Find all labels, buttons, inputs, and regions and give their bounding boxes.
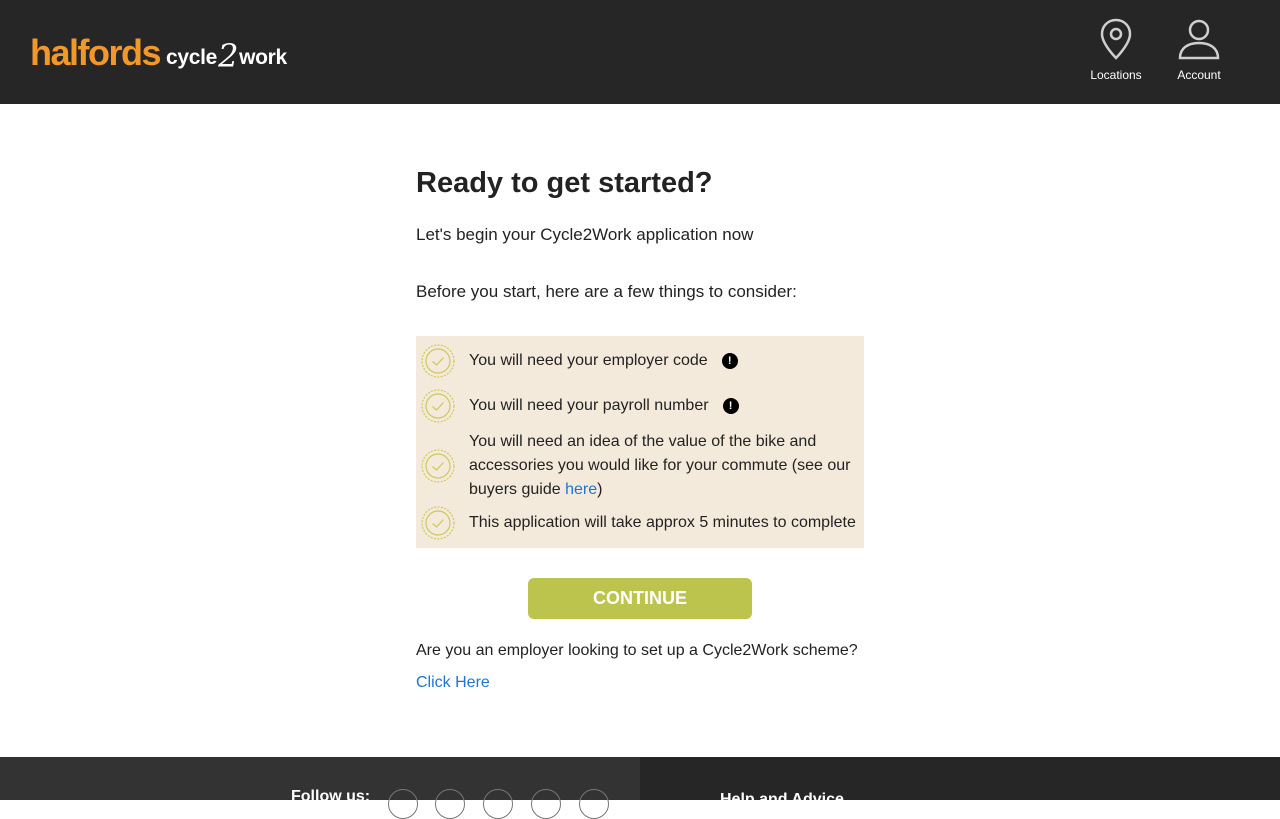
employer-question: Are you an employer looking to set up a … [416,642,858,659]
cycle2work-logo-right: work [239,46,287,69]
account-button[interactable]: Account [1164,18,1234,82]
employer-code-info-icon[interactable]: ! [721,353,738,369]
bike-value-text: You will need an idea of the value of th… [469,433,851,498]
halfords-logo[interactable]: halfords [30,32,162,74]
follow-us-label: Follow us: [291,788,371,805]
footer-social: Follow us: [0,757,640,819]
buyers-guide-link[interactable]: here [565,481,597,498]
locations-label: Locations [1090,68,1142,82]
facebook-icon[interactable] [435,789,465,819]
page-title: Ready to get started? [416,167,713,199]
duration-text: This application will take approx 5 minu… [469,514,856,531]
twitter-icon[interactable] [483,789,513,819]
location-pin-icon [1100,18,1132,60]
checklist-item-text: You will need your payroll number! [469,394,739,418]
checklist-item-text: You will need an idea of the value of th… [469,430,857,502]
checklist-item: This application will take approx 5 minu… [416,502,864,544]
checklist-item-text: You will need your employer code! [469,349,738,373]
payroll-number-info-icon[interactable]: ! [722,398,739,414]
check-badge-icon [421,506,455,540]
youtube-icon[interactable] [531,789,561,819]
check-badge-icon [421,389,455,423]
consider-text: Before you start, here are a few things … [416,282,797,301]
checklist-item: You will need an idea of the value of th… [416,430,864,502]
checklist-item: You will need your employer code! [416,340,864,382]
account-label: Account [1177,68,1221,82]
cycle2work-logo-two: 2 [218,37,239,75]
cycle2work-logo[interactable]: cycle2work [166,38,287,73]
bike-value-text-end: ) [597,481,603,498]
payroll-number-text: You will need your payroll number [469,397,709,414]
employer-click-here-link[interactable]: Click Here [416,672,490,694]
get-started-section: Ready to get started? Let's begin your C… [416,160,864,694]
footer-help: Help and Advice [640,757,1280,808]
help-and-advice-heading[interactable]: Help and Advice [720,791,844,809]
requirements-checklist: You will need your employer code! You wi… [416,336,864,548]
check-badge-icon [421,449,455,483]
checklist-item: You will need your payroll number! [416,382,864,430]
instagram-icon[interactable] [388,789,418,819]
locations-button[interactable]: Locations [1081,18,1151,82]
intro-text: Let's begin your Cycle2Work application … [416,225,754,244]
cycle2work-logo-left: cycle [166,46,218,69]
employer-code-text: You will need your employer code [469,352,708,369]
account-user-icon [1178,19,1220,60]
continue-button[interactable]: CONTINUE [528,578,752,619]
site-header: halfords cycle2work Locations Account [0,0,1280,104]
video-icon[interactable] [579,789,609,819]
check-badge-icon [421,344,455,378]
